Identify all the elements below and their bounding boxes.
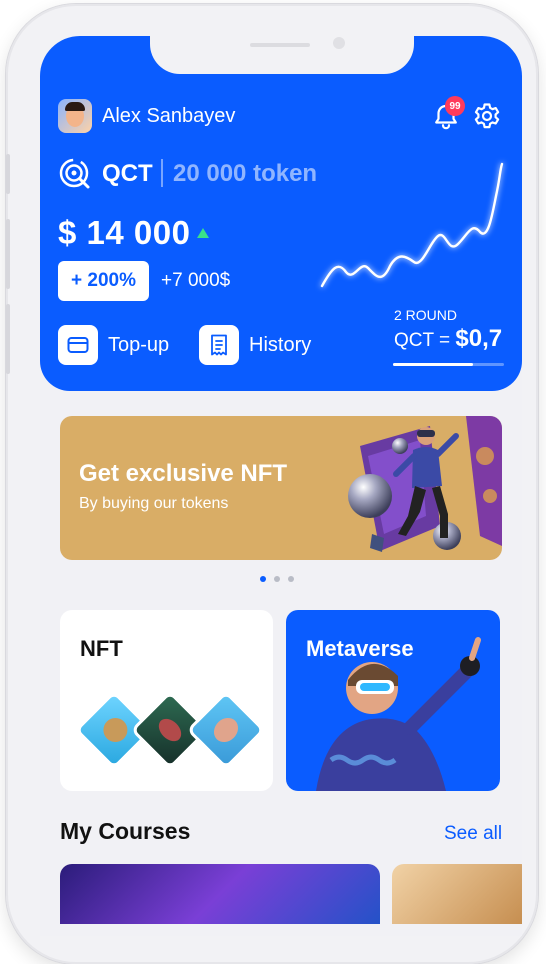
round-label: 2 ROUND [394,307,458,323]
wallet-icon-box [58,325,98,365]
phone-volume-up [6,219,10,289]
nft-card[interactable]: NFT [60,610,273,791]
history-label: History [249,333,312,356]
course-card-2[interactable] [392,864,522,924]
change-percent-badge: + 200% [58,261,149,301]
receipt-icon-box [199,325,239,365]
trend-up-icon [197,228,209,238]
token-amount: 20 000 token [173,160,318,187]
phone-frame: Alex Sanbayev 99 QCT 20 000 token $ 14 0… [6,4,538,964]
phone-side-button [6,154,10,194]
nft-avatar-image [186,690,266,770]
course-card-1[interactable] [60,864,380,924]
avatar[interactable] [58,99,92,133]
receipt-icon [211,334,227,356]
wallet-icon [67,337,89,353]
wallet-hero-card: Alex Sanbayev 99 QCT 20 000 token $ 14 0… [40,36,522,391]
qct-logo-icon [59,158,90,189]
front-camera [333,37,345,49]
speaker [250,43,310,47]
see-all-link[interactable]: See all [444,823,502,845]
rate-prefix: QCT = [394,330,456,351]
rate-text: QCT = $0,7 [394,325,502,353]
history-button[interactable]: History [199,325,311,365]
carousel-dots[interactable] [260,576,294,582]
promo-banner[interactable]: Get exclusive NFT By buying our tokens [60,416,502,560]
price-sparkline [320,162,504,288]
notification-badge: 99 [445,96,465,116]
gear-icon[interactable] [472,101,502,131]
nft-card-title: NFT [80,636,123,661]
phone-notch [150,36,414,74]
carousel-dot[interactable] [274,576,280,582]
change-amount: +7 000$ [161,270,231,291]
topup-button[interactable]: Top-up [58,325,169,365]
balance-value: $ 14 000 [58,214,191,251]
phone-volume-down [6,304,10,374]
carousel-dot[interactable] [260,576,266,582]
round-progress-fill [393,363,473,366]
section-title-courses: My Courses [60,818,191,844]
metaverse-card[interactable]: Metaverse [286,610,500,791]
banner-title: Get exclusive NFT [79,460,288,487]
metaverse-character-illustration [316,637,481,791]
token-divider [161,159,163,187]
carousel-dot[interactable] [288,576,294,582]
topup-label: Top-up [108,333,170,356]
round-progress-track [393,363,504,366]
banner-subtitle: By buying our tokens [79,495,229,512]
app-screen: Alex Sanbayev 99 QCT 20 000 token $ 14 0… [40,36,522,936]
user-name: Alex Sanbayev [102,105,236,127]
rate-value: $0,7 [455,325,503,352]
banner-3d-illustration [348,416,502,552]
token-symbol: QCT [102,160,153,187]
